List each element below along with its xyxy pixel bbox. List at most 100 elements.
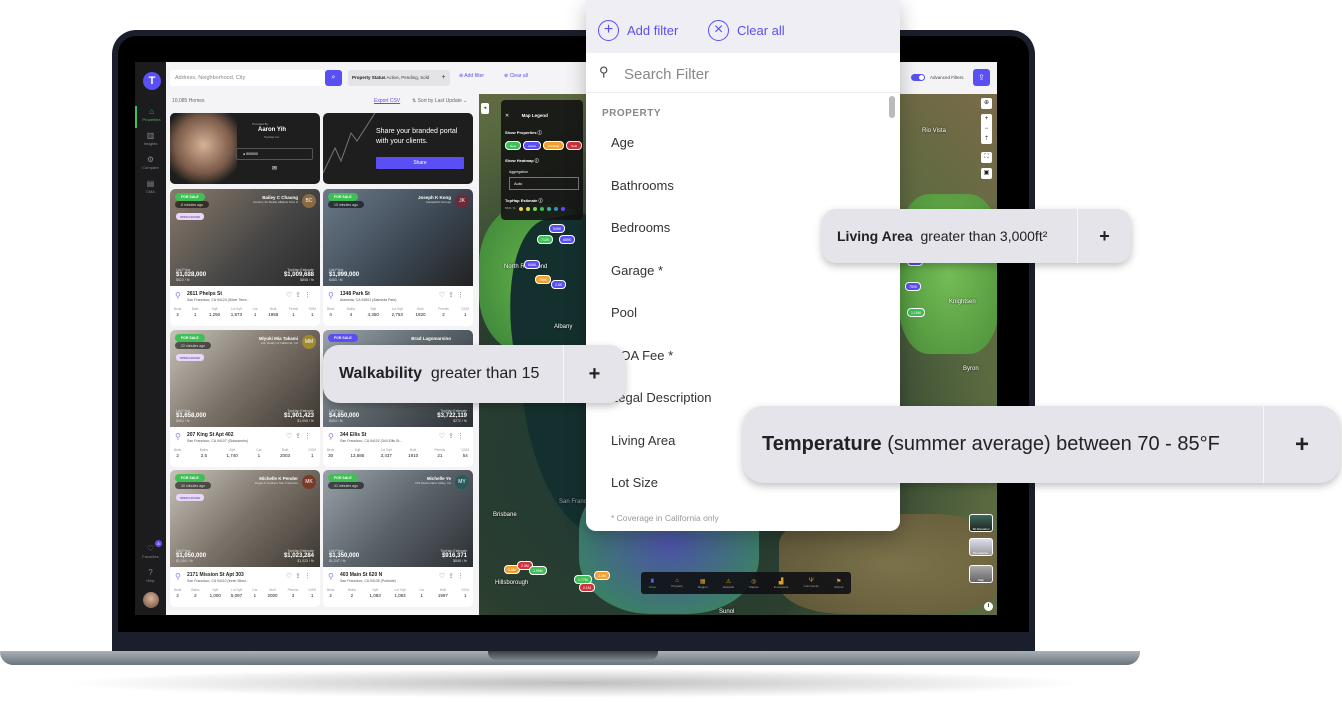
filter-chip-walkability[interactable]: Walkability greater than 15 + (323, 345, 625, 403)
map-nav-investment[interactable]: ▟ Investment (774, 578, 789, 589)
listing-address[interactable]: 344 Ellis St (340, 432, 366, 438)
share-icon[interactable]: ⇪ (448, 292, 457, 299)
favorite-icon[interactable]: ♡ (439, 292, 448, 299)
zoom-in-button[interactable]: + (981, 114, 992, 124)
map-nav-market[interactable]: ◎ Market (749, 578, 758, 589)
listing-address[interactable]: 2611 Phelps St (187, 291, 222, 297)
price-pill[interactable]: 2.1M (579, 583, 595, 592)
price-pill[interactable]: 1.15M (907, 308, 925, 317)
price-pill[interactable]: 689K (559, 235, 576, 244)
filter-option[interactable]: Age (611, 135, 634, 150)
draw-area-icon[interactable]: ▣ (981, 168, 992, 179)
add-filter-link[interactable]: ⊕ Add filter (459, 73, 484, 79)
add-chip-button[interactable]: + (563, 345, 625, 403)
legend-pill-pending[interactable]: Pending (543, 141, 565, 150)
filter-option[interactable]: Garage * (611, 263, 663, 278)
listing-address[interactable]: 207 King St Apt 402 (187, 432, 234, 438)
legend-pill-new[interactable]: New (505, 141, 522, 150)
filter-option[interactable]: Legal Description (611, 390, 711, 405)
share-button[interactable]: ⇪ (973, 69, 990, 86)
filter-chip-temperature[interactable]: Temperature (summer average) between 70 … (743, 406, 1340, 483)
locate-icon[interactable]: ⊕ (981, 98, 992, 109)
map-nav-school[interactable]: ⚑ School (834, 578, 843, 589)
status-plus-button[interactable]: + (437, 70, 450, 86)
clear-all-button[interactable]: × Clear all (708, 20, 785, 41)
clear-all-link[interactable]: ⊗ Clear all (504, 73, 528, 79)
more-icon[interactable]: ⋮ (457, 433, 467, 440)
aggregation-select[interactable]: Auto (509, 177, 579, 190)
layer-3d-elevation[interactable]: 3D Elevation (969, 514, 993, 532)
map-nav-property[interactable]: ⌂ Property (671, 578, 682, 588)
mail-icon[interactable]: ✉ (272, 165, 277, 172)
layer-map[interactable]: Map (969, 565, 993, 583)
layer-boundaries[interactable]: Boundaries (969, 538, 993, 556)
listing-card[interactable]: FOR SALE 41 minutes ago Michelle Ye KW Sa… (323, 470, 473, 607)
zoom-out-button[interactable]: − (981, 124, 992, 134)
map-nav-hazards[interactable]: ⚠ Hazards (723, 578, 734, 589)
user-avatar[interactable] (143, 592, 159, 608)
listing-address[interactable]: 403 Main St 620 N (340, 572, 382, 578)
price-pill[interactable]: 700K (535, 275, 552, 284)
sidebar-item-cma[interactable]: ▤ CMA (135, 178, 166, 200)
listing-card[interactable]: FOR SALE 6 minutes ago OPEN HOUSE Bailey… (170, 189, 320, 326)
export-csv-link[interactable]: Export CSV (374, 98, 400, 104)
listing-address[interactable]: 2171 Mission St Apt 303 (187, 572, 244, 578)
legend-pill-sold[interactable]: Sold (566, 141, 583, 150)
favorite-icon[interactable]: ♡ (286, 292, 295, 299)
app-logo[interactable]: T (143, 72, 161, 90)
filter-list-scrollbar[interactable] (889, 96, 895, 118)
share-icon[interactable]: ⇪ (295, 292, 304, 299)
collapse-panel-button[interactable]: ◂ (481, 103, 489, 114)
favorite-icon[interactable]: ♡ (286, 433, 295, 440)
map-nav-value[interactable]: ♜ Value (649, 578, 656, 589)
more-icon[interactable]: ⋮ (304, 292, 314, 299)
more-icon[interactable]: ⋮ (304, 433, 314, 440)
filter-option[interactable]: Pool (611, 305, 637, 320)
address-search-input[interactable]: Address, Neighborhood, City (170, 70, 328, 86)
price-pill[interactable]: 2.2M (594, 571, 610, 580)
sidebar-item-favorites[interactable]: ♡ Favorites (135, 543, 166, 565)
price-pill[interactable]: 606K (524, 260, 541, 269)
share-icon[interactable]: ⇪ (295, 573, 304, 580)
more-icon[interactable]: ⋮ (457, 292, 467, 299)
price-pill[interactable]: 2.5K (551, 280, 567, 289)
search-filter-input[interactable]: ⚲ Search Filter (586, 53, 900, 93)
price-pill[interactable]: 549K (549, 224, 566, 233)
sidebar-item-properties[interactable]: ⌂ Properties (135, 106, 166, 128)
listing-address[interactable]: 1348 Park St (340, 291, 370, 297)
map-nav-region[interactable]: ▦ Region (698, 578, 708, 589)
add-chip-button[interactable]: + (1263, 406, 1340, 483)
filter-option[interactable]: Bedrooms (611, 220, 670, 235)
sort-dropdown[interactable]: ⇅ Sort by Last Update ⌄ (412, 98, 467, 104)
filter-option[interactable]: Lot Size (611, 475, 658, 490)
share-icon[interactable]: ⇪ (448, 573, 457, 580)
sidebar-item-help[interactable]: ? Help (135, 567, 166, 589)
info-icon[interactable]: i (984, 602, 993, 611)
listing-card[interactable]: FOR SALE 22 minutes ago OPEN HOUSE Miyuk… (170, 330, 320, 467)
more-icon[interactable]: ⋮ (457, 573, 467, 580)
favorite-icon[interactable]: ♡ (439, 433, 448, 440)
more-icon[interactable]: ⋮ (304, 573, 314, 580)
share-portal-button[interactable]: Share (376, 157, 464, 169)
fullscreen-icon[interactable]: ⛶ (981, 152, 992, 163)
share-icon[interactable]: ⇪ (448, 433, 457, 440)
map-nav-community[interactable]: Ψ Community (804, 578, 819, 588)
add-chip-button[interactable]: + (1077, 209, 1131, 263)
filter-option[interactable]: Living Area (611, 433, 675, 448)
listing-card[interactable]: FOR SALE 40 minutes ago OPEN HOUSE Miche… (170, 470, 320, 607)
legend-pill-active[interactable]: Active (523, 141, 542, 150)
favorite-icon[interactable]: ♡ (439, 573, 448, 580)
price-pill[interactable]: 750K (905, 282, 922, 291)
sidebar-item-compare[interactable]: ⚙ Compare (135, 154, 166, 176)
price-pill[interactable]: 712K (537, 235, 554, 244)
filter-option[interactable]: Bathrooms (611, 178, 674, 193)
listing-card[interactable]: FOR SALE 10 minutes ago Joseph K Kong Asi… (323, 189, 473, 326)
agent-phone-field[interactable]: ● 909000 (236, 148, 313, 160)
price-pill[interactable]: 1.95M (529, 566, 547, 575)
filter-chip-living-area[interactable]: Living Area greater than 3,000ft² + (822, 209, 1131, 263)
property-status-filter[interactable]: Property Status Active, Pending, Sold (348, 70, 450, 86)
compass-button[interactable]: ⇡ (981, 134, 992, 144)
favorite-icon[interactable]: ♡ (286, 573, 295, 580)
advanced-filters-toggle[interactable] (911, 74, 925, 81)
search-button[interactable]: ⌕ (325, 70, 342, 86)
